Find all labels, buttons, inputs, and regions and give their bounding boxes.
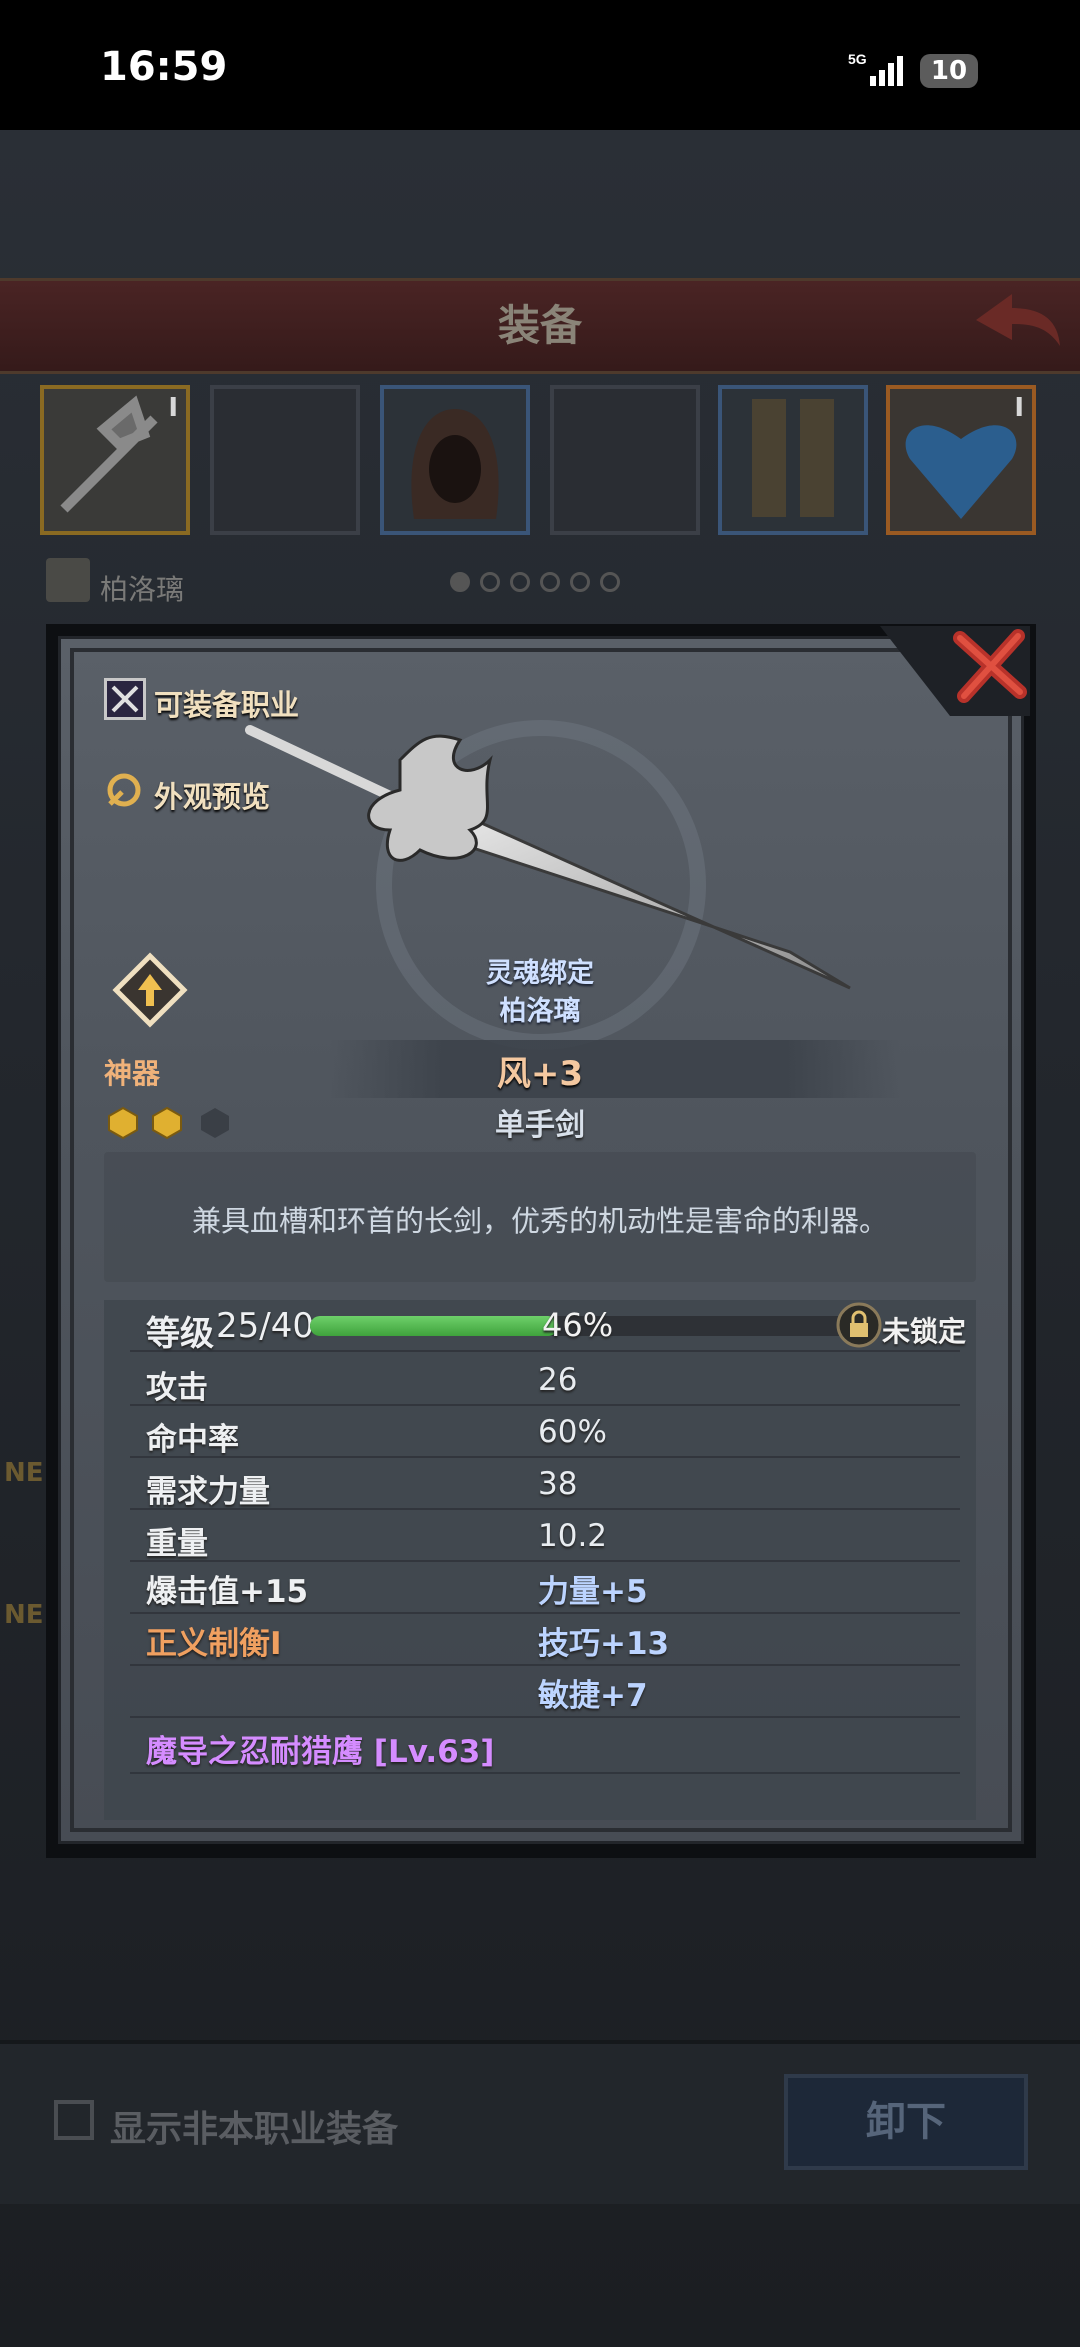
- page-dot: [540, 572, 560, 592]
- status-time: 16:59: [100, 44, 228, 90]
- item-description: 兼具血槽和环首的长剑，优秀的机动性是害命的利器。: [191, 1204, 888, 1238]
- lock-status[interactable]: 未锁定: [882, 1310, 966, 1350]
- bonus-crit: 爆击值+15: [146, 1574, 309, 1610]
- equip-slot-legs[interactable]: [718, 385, 868, 535]
- stat-name-required-str: 需求力量: [146, 1474, 270, 1510]
- equip-slot-weapon[interactable]: I: [40, 385, 190, 535]
- row-divider: [130, 1612, 960, 1614]
- close-button[interactable]: [950, 626, 1030, 706]
- lock-icon[interactable]: [836, 1302, 882, 1348]
- show-other-class-label: 显示非本职业装备: [110, 2109, 399, 2150]
- signal-icon: 5G: [848, 50, 904, 90]
- page-dot: [600, 572, 620, 592]
- stat-value-attack: 26: [538, 1362, 578, 1398]
- soulbound-owner: 柏洛璃: [499, 996, 581, 1027]
- bonus-strength: 力量+5: [538, 1574, 648, 1610]
- battery-icon: 10: [920, 54, 978, 88]
- network-label: 5G: [848, 51, 867, 67]
- upgrade-icon[interactable]: [112, 952, 188, 1028]
- row-divider: [130, 1772, 960, 1774]
- stat-name-weight: 重量: [146, 1526, 208, 1562]
- page-dot: [450, 572, 470, 592]
- equip-slot-accessory[interactable]: I: [886, 385, 1036, 535]
- rarity-label: 神器: [104, 1057, 161, 1090]
- close-icon: [953, 629, 1027, 703]
- equip-slot-shield[interactable]: [210, 385, 360, 535]
- row-divider: [130, 1716, 960, 1718]
- gem-slot-filled-icon[interactable]: [106, 1106, 140, 1140]
- stat-value-required-str: 38: [538, 1466, 578, 1502]
- side-tag: NE: [4, 1600, 44, 1630]
- equip-slot-armor[interactable]: [550, 385, 700, 535]
- equip-slot-head[interactable]: [380, 385, 530, 535]
- row-divider: [130, 1456, 960, 1458]
- set-bonus[interactable]: 魔导之忍耐猎鹰 [Lv.63]: [146, 1726, 494, 1771]
- row-divider: [130, 1404, 960, 1406]
- avatar: [46, 558, 90, 602]
- level-label: 等级: [146, 1314, 214, 1354]
- level-progress-percent: 46%: [542, 1306, 614, 1344]
- gem-slot-filled-icon[interactable]: [150, 1106, 184, 1140]
- page-dot: [480, 572, 500, 592]
- level-progress-fill: [310, 1316, 559, 1336]
- bonus-special: 正义制衡Ⅰ: [146, 1626, 282, 1662]
- side-tag: NE: [4, 1458, 44, 1488]
- soulbound-title: 灵魂绑定: [486, 958, 594, 989]
- show-other-class-checkbox[interactable]: [54, 2100, 94, 2140]
- stat-value-weight: 10.2: [538, 1518, 608, 1554]
- row-divider: [130, 1664, 960, 1666]
- stat-name-hit-rate: 命中率: [146, 1422, 239, 1458]
- soulbound-info: 灵魂绑定 柏洛璃: [400, 955, 680, 1031]
- row-divider: [130, 1350, 960, 1352]
- row-divider: [130, 1508, 960, 1510]
- equip-class-icon: [104, 678, 146, 720]
- back-arrow-icon[interactable]: [972, 290, 1062, 350]
- level-value: 25/40: [216, 1306, 314, 1346]
- weapon-type: 单手剑: [495, 1108, 585, 1143]
- element-bonus: 风+3: [496, 1054, 584, 1094]
- bonus-skill: 技巧+13: [538, 1626, 670, 1662]
- slot-badge: I: [1014, 393, 1024, 423]
- unequip-button[interactable]: 卸下: [784, 2074, 1028, 2170]
- appearance-icon: [104, 770, 144, 810]
- stat-value-hit-rate: 60%: [538, 1414, 607, 1450]
- gem-slot-empty-icon[interactable]: [198, 1106, 232, 1140]
- page-dot: [510, 572, 530, 592]
- background-title: 装备: [497, 301, 582, 350]
- equip-class-button[interactable]: 可装备职业: [154, 682, 299, 724]
- owner-name: 柏洛璃: [100, 573, 185, 606]
- page-dot: [570, 572, 590, 592]
- row-divider: [130, 1560, 960, 1562]
- stat-name-attack: 攻击: [146, 1370, 208, 1406]
- slot-badge: I: [168, 393, 178, 423]
- bonus-agility: 敏捷+7: [538, 1678, 648, 1714]
